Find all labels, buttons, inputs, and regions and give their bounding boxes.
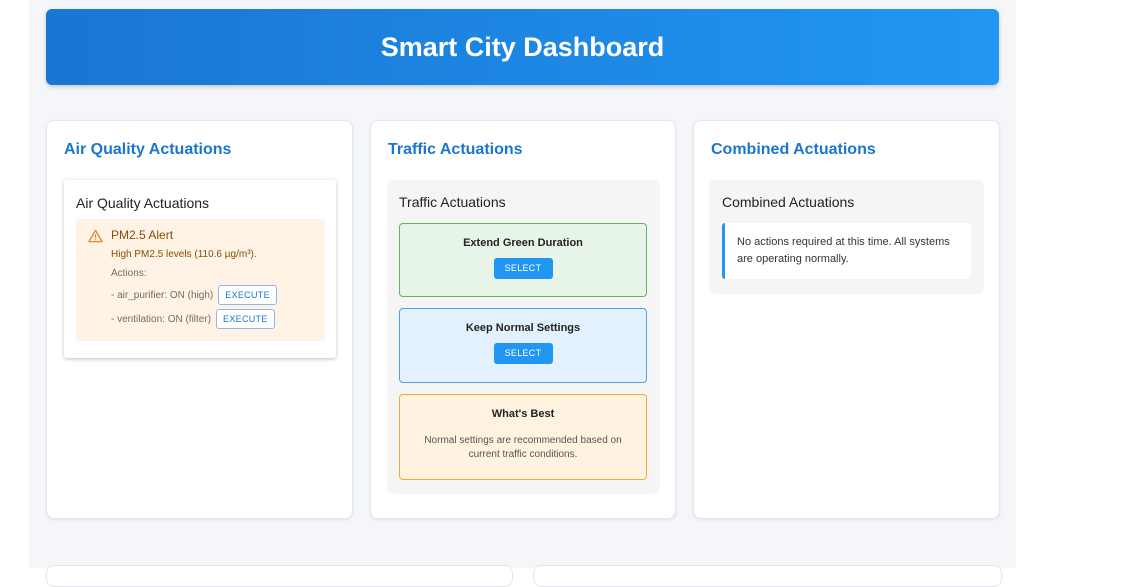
- select-extend-green-button[interactable]: SELECT: [493, 258, 553, 279]
- combined-panel: Combined Actuations No actions required …: [710, 180, 983, 292]
- traffic-panel: Traffic Actuations Extend Green Duration…: [388, 180, 659, 492]
- air-quality-card-title: Air Quality Actuations: [64, 141, 232, 158]
- action-text: - ventilation: ON (filter): [111, 313, 212, 325]
- status-message: No actions required at this time. All sy…: [737, 236, 950, 265]
- select-keep-normal-button[interactable]: SELECT: [493, 343, 553, 364]
- page-title: Smart City Dashboard: [380, 31, 665, 62]
- combined-card: Combined Actuations Combined Actuations …: [693, 120, 1000, 519]
- action-row-ventilation: - ventilation: ON (filter) EXECUTE: [111, 309, 275, 329]
- air-quality-panel-title: Air Quality Actuations: [76, 195, 210, 211]
- air-quality-card: Air Quality Actuations Air Quality Actua…: [46, 120, 353, 519]
- traffic-card-title: Traffic Actuations: [388, 141, 523, 158]
- air-quality-panel: Air Quality Actuations PM2.5 Alert High …: [64, 180, 336, 358]
- alert-actions-label: Actions:: [111, 268, 147, 279]
- combined-panel-title: Combined Actuations: [722, 194, 855, 210]
- warning-triangle-icon: [88, 229, 103, 243]
- alert-title: PM2.5 Alert: [111, 228, 174, 242]
- action-text: - air_purifier: ON (high): [111, 289, 214, 301]
- dashboard-header: Smart City Dashboard: [46, 9, 999, 85]
- action-row-air-purifier: - air_purifier: ON (high) EXECUTE: [111, 285, 277, 305]
- whats-best-title: What's Best: [491, 408, 555, 420]
- alert-description: High PM2.5 levels (110.6 µg/m³).: [111, 249, 257, 260]
- traffic-panel-title: Traffic Actuations: [399, 194, 506, 210]
- combined-card-title: Combined Actuations: [711, 141, 876, 158]
- whats-best-box: What's Best Normal settings are recommen…: [399, 394, 647, 480]
- status-message-box: No actions required at this time. All sy…: [722, 223, 971, 279]
- execute-air-purifier-button[interactable]: EXECUTE: [218, 285, 277, 305]
- bottom-card-left: [46, 565, 513, 587]
- execute-ventilation-button[interactable]: EXECUTE: [216, 309, 275, 329]
- bottom-card-right: [533, 565, 1002, 587]
- whats-best-description: Normal settings are recommended based on…: [424, 435, 622, 460]
- option-keep-normal: Keep Normal Settings SELECT: [399, 308, 647, 383]
- option-extend-green: Extend Green Duration SELECT: [399, 223, 647, 297]
- traffic-card: Traffic Actuations Traffic Actuations Ex…: [370, 120, 676, 519]
- pm25-alert: PM2.5 Alert High PM2.5 levels (110.6 µg/…: [76, 219, 325, 341]
- option-title: Extend Green Duration: [463, 237, 583, 249]
- option-title: Keep Normal Settings: [465, 322, 581, 334]
